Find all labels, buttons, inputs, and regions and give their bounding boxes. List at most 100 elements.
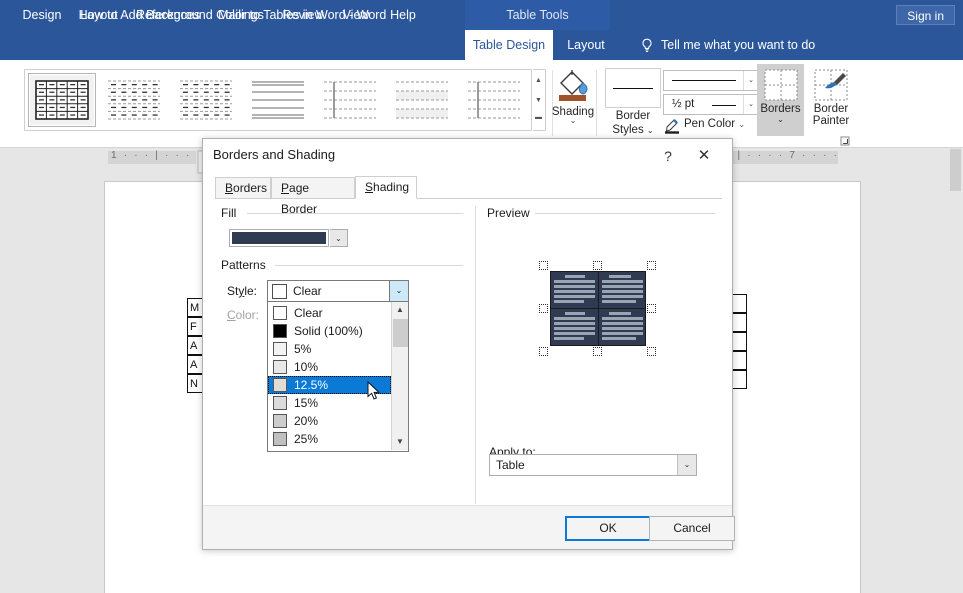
- chevron-down-icon[interactable]: ⌄: [389, 281, 408, 301]
- table-style-thumbnail: [35, 80, 89, 120]
- borders-button[interactable]: Borders ⌄: [757, 64, 804, 136]
- ok-button[interactable]: OK: [565, 516, 651, 541]
- pattern-swatch: [273, 432, 287, 446]
- preview-text-line: [602, 322, 643, 325]
- chevron-down-icon[interactable]: ⌄: [647, 126, 654, 135]
- border-style-preview-icon: [605, 68, 661, 108]
- fill-color-inner: [232, 232, 326, 244]
- dropdown-scrollbar[interactable]: ▲ ▼: [391, 302, 408, 450]
- shading-preview[interactable]: [539, 261, 657, 356]
- chevron-down-icon[interactable]: ⌄: [738, 120, 745, 129]
- table-style-plain-grid[interactable]: [100, 73, 168, 127]
- list-item[interactable]: 20%: [268, 412, 391, 430]
- list-item-label: 10%: [294, 360, 319, 374]
- tab-help[interactable]: Help: [384, 0, 422, 30]
- table-style-horizontal-rules[interactable]: [244, 73, 312, 127]
- list-item[interactable]: Solid (100%): [268, 322, 391, 340]
- dialog-title: Borders and Shading: [213, 147, 336, 162]
- list-item[interactable]: Clear: [268, 304, 391, 322]
- border-painter-button[interactable]: Border Painter: [805, 64, 857, 136]
- dialog-vertical-divider: [475, 206, 476, 504]
- preview-handle: [647, 304, 656, 313]
- list-item[interactable]: 10%: [268, 358, 391, 376]
- preview-handle: [593, 261, 602, 270]
- preview-text-line: [602, 290, 643, 293]
- table-style-grid-all-borders[interactable]: [28, 73, 96, 127]
- help-button[interactable]: ?: [656, 145, 680, 167]
- tab-table-design[interactable]: Table Design: [465, 30, 553, 60]
- list-item-label: Solid (100%): [294, 324, 363, 338]
- mouse-cursor: [367, 380, 381, 401]
- border-styles-label-line1: Border: [615, 110, 651, 122]
- preview-text-line: [554, 322, 595, 325]
- pattern-swatch: [273, 378, 287, 392]
- table-style-first-column-banded[interactable]: [460, 73, 528, 127]
- line-style-combobox[interactable]: ⌄: [663, 70, 759, 91]
- fill-color-dropdown-button[interactable]: ⌄: [330, 229, 348, 247]
- tab-references[interactable]: References: [132, 0, 204, 30]
- chevron-down-icon[interactable]: ⌄: [743, 95, 758, 114]
- cancel-button[interactable]: Cancel: [649, 516, 735, 541]
- tab-design[interactable]: Design: [18, 0, 66, 30]
- dialog-tabs: Borders Page Border Shading: [215, 176, 722, 216]
- table-style-thumbnail: [251, 80, 305, 120]
- pattern-style-combobox[interactable]: Clear ⌄: [267, 280, 409, 302]
- pattern-style-dropdown-list[interactable]: Clear Solid (100%) 5% 10% 12.5% 15% 20%: [267, 302, 409, 452]
- tab-borders[interactable]: Borders: [215, 177, 271, 199]
- scroll-up-icon[interactable]: ▲: [392, 302, 408, 318]
- vertical-scrollbar[interactable]: [948, 148, 963, 593]
- preview-text-line: [554, 290, 595, 293]
- pen-color-label: Pen Color: [684, 118, 736, 130]
- preview-cell: [551, 272, 598, 308]
- table-styles-gallery[interactable]: [24, 69, 532, 131]
- tell-me-search[interactable]: Tell me what you want to do: [661, 30, 815, 60]
- preview-text-line: [602, 300, 636, 303]
- scroll-down-icon[interactable]: ▼: [392, 434, 408, 450]
- tab-mailings[interactable]: Mailings: [212, 0, 270, 30]
- line-weight-combobox[interactable]: ½ pt ⌄: [663, 94, 759, 115]
- table-style-first-column[interactable]: [316, 73, 384, 127]
- preview-group-caption: Preview: [487, 206, 535, 220]
- dialog-footer: OK Cancel: [203, 505, 735, 549]
- tab-shading[interactable]: Shading: [355, 176, 417, 199]
- sign-in-button[interactable]: Sign in: [896, 5, 955, 25]
- pen-icon: [664, 118, 681, 134]
- chevron-down-icon[interactable]: ⌄: [743, 71, 758, 90]
- apply-to-combobox[interactable]: Table ⌄: [489, 454, 697, 476]
- scrollbar-thumb[interactable]: [393, 319, 408, 347]
- border-painter-icon: [813, 68, 849, 102]
- tab-layout[interactable]: Layout: [74, 0, 124, 30]
- ruler-left-ticks: 1 · · · | · · ·: [111, 150, 192, 161]
- line-style-preview: [672, 80, 736, 81]
- tab-review[interactable]: Review: [278, 0, 328, 30]
- preview-text-line: [602, 327, 643, 330]
- tab-table-layout[interactable]: Layout: [561, 30, 611, 60]
- borders-dialog-launcher[interactable]: [840, 135, 850, 146]
- pattern-swatch: [273, 342, 287, 356]
- preview-handle: [539, 304, 548, 313]
- preview-text-line: [602, 285, 643, 288]
- line-weight-value: ½ pt: [672, 98, 695, 110]
- fill-color-swatch[interactable]: [229, 229, 329, 247]
- table-style-banded[interactable]: [388, 73, 456, 127]
- pattern-style-swatch: [272, 284, 287, 299]
- tab-page-border[interactable]: Page Border: [271, 177, 355, 216]
- list-item[interactable]: 25%: [268, 430, 391, 448]
- chevron-down-icon[interactable]: ⌄: [757, 114, 804, 126]
- shading-button[interactable]: Shading ⌄: [543, 66, 603, 125]
- list-item-label: 12.5%: [294, 378, 329, 392]
- preview-group-rule: [535, 213, 715, 214]
- preview-text-line: [554, 280, 595, 283]
- list-item[interactable]: 5%: [268, 340, 391, 358]
- scrollbar-thumb[interactable]: [950, 149, 961, 191]
- preview-handle: [647, 347, 656, 356]
- tab-view[interactable]: View: [336, 0, 376, 30]
- table-style-thumbnail: [323, 80, 377, 120]
- chevron-down-icon[interactable]: ⌄: [677, 455, 696, 475]
- table-style-grid-table-2[interactable]: [172, 73, 240, 127]
- border-styles-button[interactable]: Border Styles ⌄: [601, 68, 665, 137]
- preview-text-line: [554, 295, 595, 298]
- pattern-style-value: Clear: [293, 284, 322, 298]
- pen-color-button[interactable]: Pen Color ⌄: [684, 118, 745, 130]
- close-icon[interactable]: ✕: [692, 145, 716, 167]
